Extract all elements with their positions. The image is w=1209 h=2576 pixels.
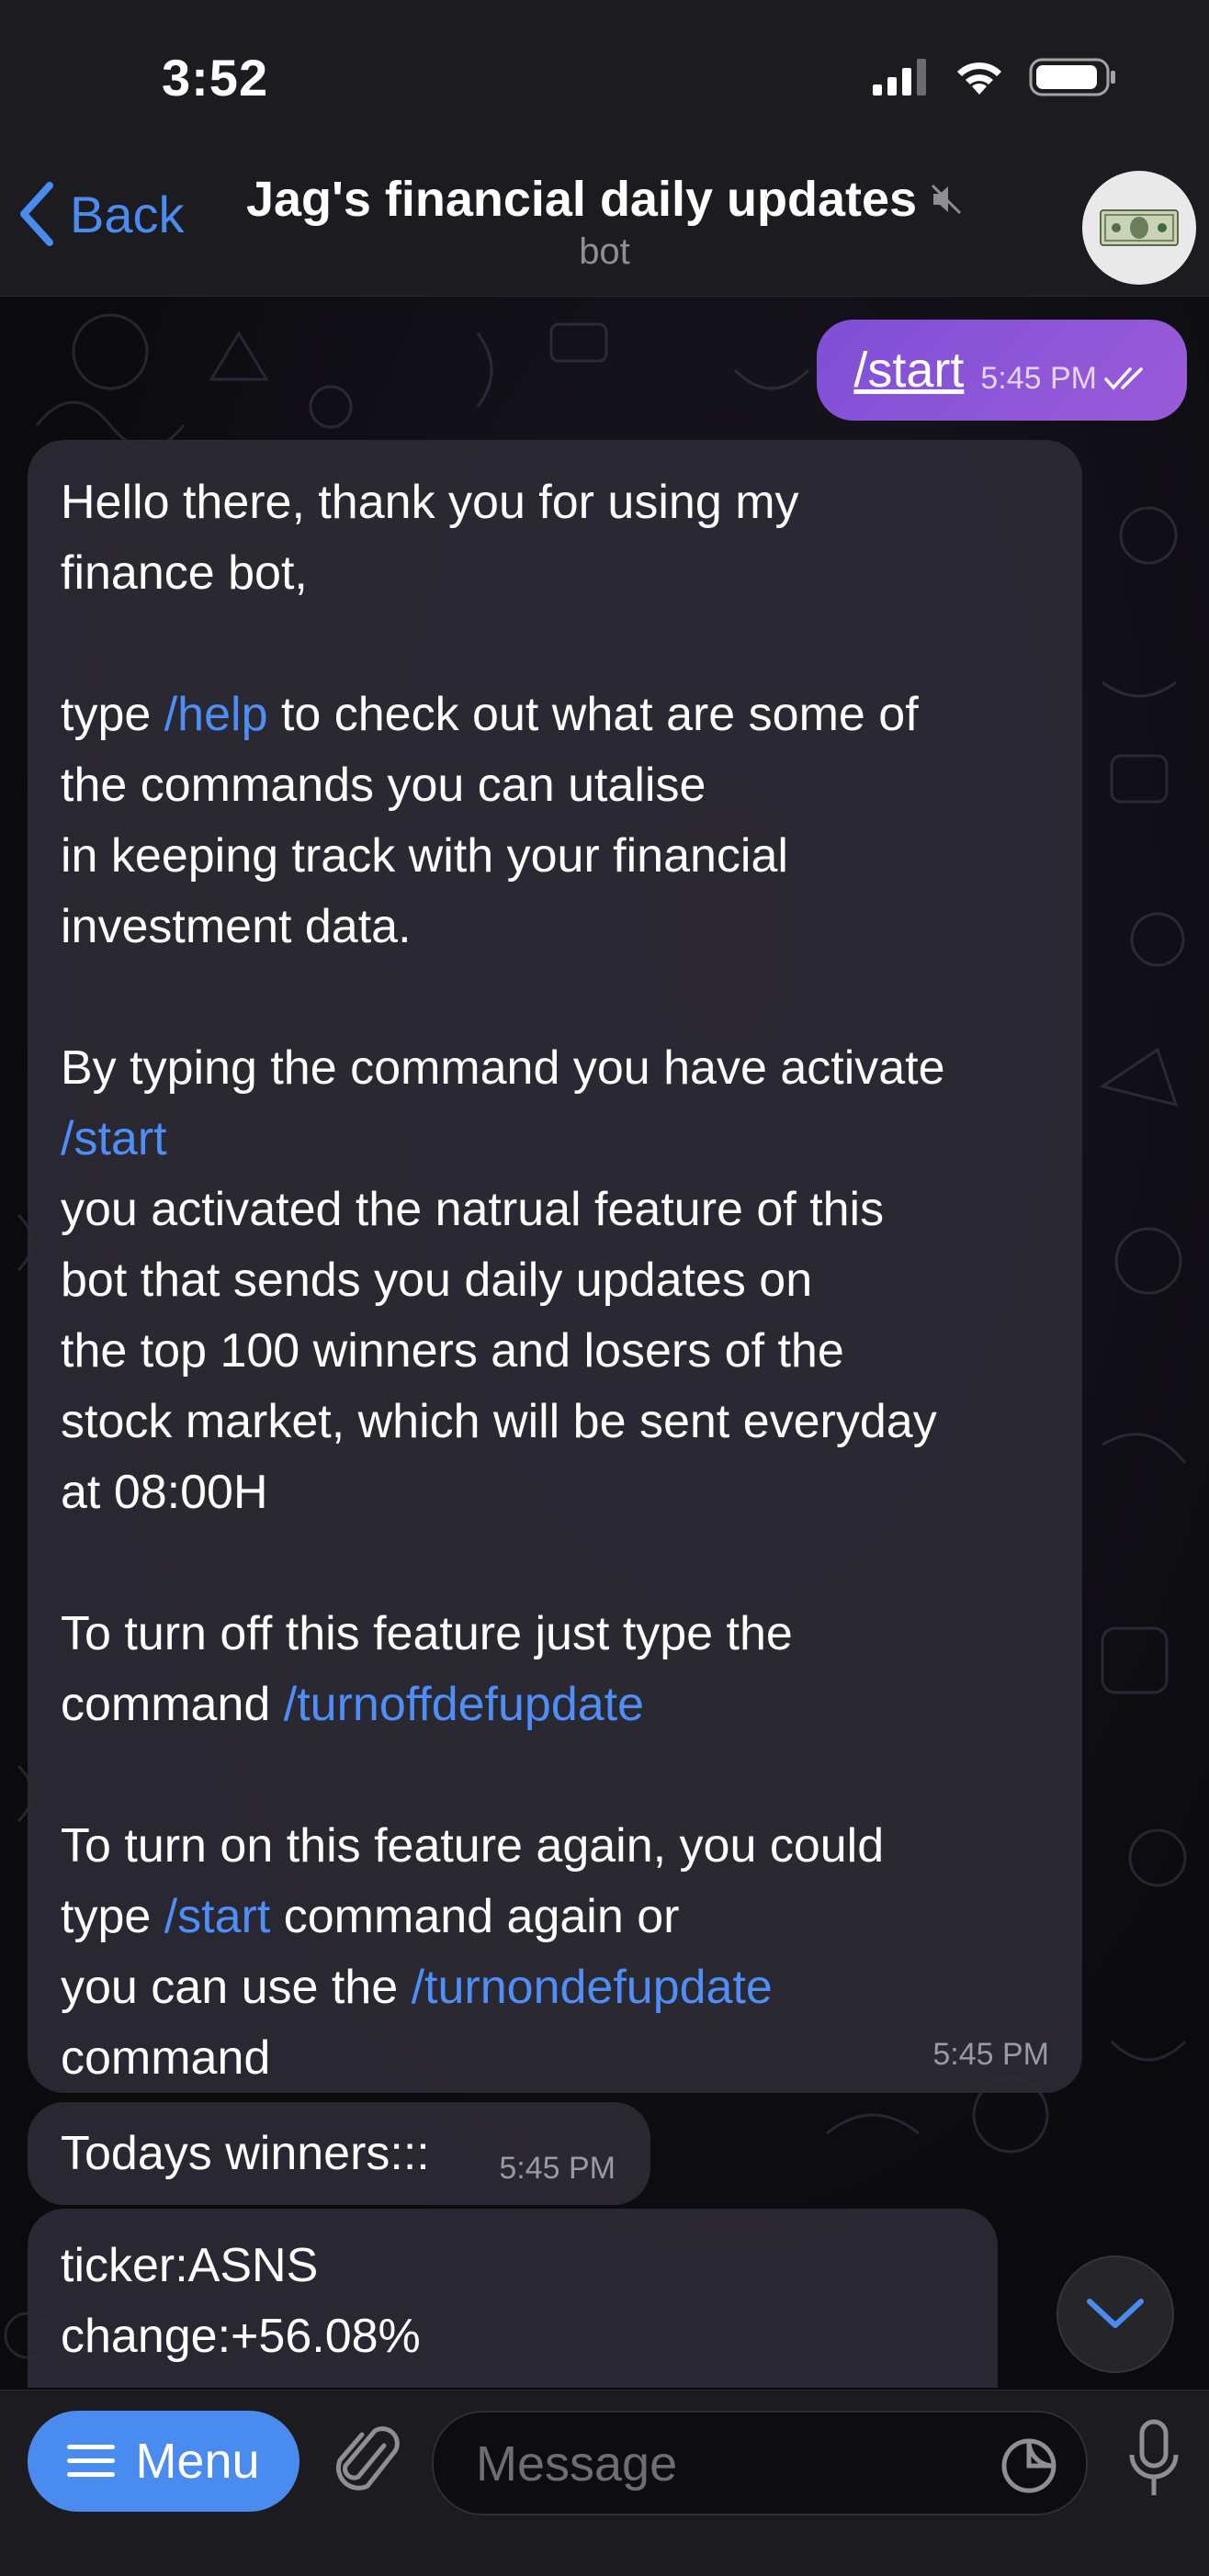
sticker-icon (1001, 2438, 1056, 2493)
muted-icon (931, 184, 962, 215)
microphone-icon (1129, 2419, 1179, 2495)
chat-area[interactable]: /start 5:45 PM Hello there, thank you fo… (0, 297, 1209, 2388)
welcome-text-part: command (61, 2031, 271, 2085)
input-bar: Menu (0, 2390, 1209, 2576)
avatar[interactable] (1082, 171, 1196, 285)
top-bar: 3:52 Back Jag's financial daily updates (0, 0, 1209, 297)
chevron-down-icon (1087, 2299, 1144, 2328)
menu-icon (67, 2445, 116, 2477)
winners-message[interactable]: Todays winners::: 5:45 PM (28, 2102, 650, 2205)
scroll-to-bottom-button[interactable] (1056, 2255, 1174, 2373)
outgoing-message[interactable]: /start 5:45 PM (817, 320, 1187, 421)
menu-button[interactable]: Menu (28, 2411, 299, 2512)
dollar-bill-icon (1100, 209, 1179, 246)
menu-label: Menu (135, 2434, 260, 2489)
start-command-link[interactable]: /start (61, 1112, 167, 1165)
signal-icon (873, 59, 926, 96)
double-check-icon (1104, 367, 1143, 390)
sticker-button[interactable] (1000, 2436, 1058, 2500)
paperclip-icon (335, 2426, 400, 2491)
winners-message-text: Todays winners::: (61, 2127, 430, 2180)
outgoing-command[interactable]: /start (853, 342, 964, 399)
status-icons (873, 57, 1117, 97)
battery-icon (1029, 58, 1115, 96)
welcome-text-part: you activated the natrual feature of thi… (61, 1183, 937, 1731)
welcome-message-text: Hello there, thank you for using my fina… (61, 467, 1055, 2094)
wifi-icon (957, 62, 1001, 95)
welcome-message[interactable]: Hello there, thank you for using my fina… (28, 440, 1082, 2093)
winners-message-time: 5:45 PM (499, 2151, 616, 2186)
status-time: 3:52 (162, 49, 269, 107)
microphone-button[interactable] (1126, 2418, 1181, 2505)
attach-button[interactable] (331, 2420, 404, 2507)
start-command-link[interactable]: /start (164, 1890, 271, 1943)
ticker-message-text: ticker:ASNS change:+56.08% price:2.21 US… (61, 2239, 421, 2388)
turnoff-command-link[interactable]: /turnoffdefupdate (284, 1678, 644, 1731)
welcome-message-time: 5:45 PM (932, 2037, 1049, 2072)
chat-name: Jag's financial daily updates (245, 172, 918, 227)
message-input[interactable] (474, 2413, 955, 2515)
ticker-message[interactable]: ticker:ASNS change:+56.08% price:2.21 US… (28, 2209, 998, 2388)
message-input-box[interactable] (432, 2411, 1088, 2515)
chat-subtitle: bot (579, 231, 630, 272)
welcome-text-part: to check out what are some of the comman… (61, 688, 945, 1095)
help-command-link[interactable]: /help (164, 688, 268, 741)
turnon-command-link[interactable]: /turnondefupdate (412, 1961, 773, 2014)
chat-title[interactable]: Jag's financial daily updates bot (0, 171, 1209, 273)
outgoing-time: 5:45 PM (980, 360, 1097, 396)
